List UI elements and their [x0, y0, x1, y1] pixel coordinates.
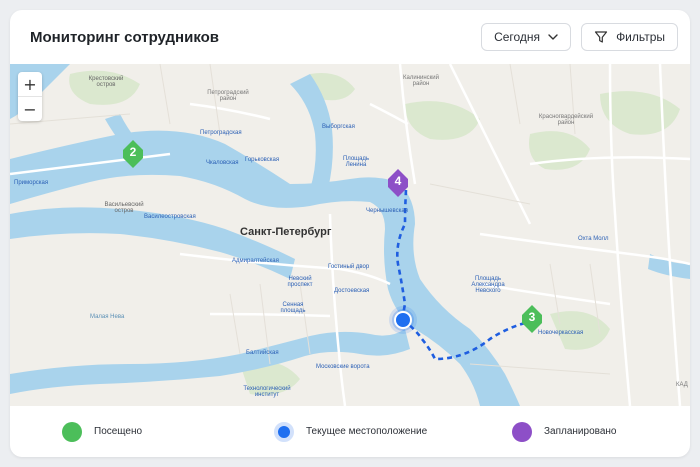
label-ploshchad-nevskogo: Площадь Александра Невского: [471, 276, 505, 294]
marker-3[interactable]: 3: [520, 304, 544, 334]
filters-button-label: Фильтры: [616, 30, 665, 44]
legend-visited: Посещено: [62, 421, 143, 442]
current-location-marker[interactable]: [394, 311, 412, 329]
zoom-out-button[interactable]: −: [18, 97, 42, 121]
label-okhta: Охта Молл: [578, 236, 609, 242]
filter-icon: [594, 31, 608, 43]
legend-current: Текущее местоположение: [274, 421, 428, 442]
label-gostiny: Гостиный двор: [328, 264, 370, 270]
label-ploshchad-lenina: Площадь Ленина: [342, 156, 370, 168]
label-gorkovskaya: Горьковская: [245, 157, 280, 163]
label-baltiyskaya: Балтийская: [246, 350, 279, 356]
planned-dot: [512, 421, 532, 442]
label-vasileostrovsky: Васильевский остров: [104, 202, 144, 214]
label-city: Санкт-Петербург: [240, 226, 332, 238]
filters-button[interactable]: Фильтры: [581, 23, 678, 51]
label-moskovskie: Московские ворота: [316, 364, 370, 370]
zoom-controls: + −: [18, 72, 42, 121]
legend-visited-label: Посещено: [94, 426, 143, 437]
label-novocherkasskaya: Новочеркасская: [538, 330, 584, 336]
header-controls: Сегодня Фильтры: [481, 23, 678, 51]
label-kalininsky: Калининский район: [403, 75, 439, 87]
current-dot: [274, 421, 294, 442]
legend-current-label: Текущее местоположение: [306, 426, 428, 437]
marker-2[interactable]: 2: [121, 139, 145, 169]
label-malaya-neva: Малая Нева: [90, 314, 125, 320]
label-kad: КАД: [676, 382, 688, 388]
label-technolog: Технологический институт: [243, 386, 291, 398]
legend-planned-label: Запланировано: [544, 426, 617, 437]
period-dropdown-label: Сегодня: [494, 30, 541, 44]
monitoring-card: Мониторинг сотрудников Сегодня Фильтры С…: [10, 10, 690, 457]
marker-4[interactable]: 4: [386, 168, 410, 198]
marker-2-label: 2: [129, 145, 137, 159]
label-admiralteyskaya: Адмиралтейская: [232, 258, 279, 264]
label-petrogradsky: Петроградский район: [207, 90, 249, 102]
legend-planned: Запланировано: [512, 421, 617, 442]
label-vyborgskaya: Выборгская: [322, 124, 355, 130]
label-dostoevskaya: Достоевская: [334, 288, 370, 294]
zoom-in-button[interactable]: +: [18, 72, 42, 96]
visited-dot: [62, 421, 82, 442]
header: Мониторинг сотрудников Сегодня Фильтры: [10, 10, 690, 64]
label-vasileostrovskaya: Василеостровская: [144, 214, 196, 220]
legend: Посещено Текущее местоположение Запланир…: [10, 406, 690, 457]
period-dropdown[interactable]: Сегодня: [481, 23, 572, 51]
label-sennaya: Сенная площадь: [280, 302, 306, 314]
marker-3-label: 3: [528, 310, 536, 324]
map-view[interactable]: Санкт-Петербург Крестовский остров Петро…: [10, 64, 690, 406]
label-primorskaya: Приморская: [14, 180, 49, 186]
label-nevsky: Невский проспект: [287, 276, 313, 288]
label-chernyshevskaya: Чернышевская: [366, 208, 408, 214]
label-petrogradskaya: Петроградская: [200, 130, 242, 136]
label-krestovsky: Крестовский остров: [88, 76, 124, 88]
chevron-down-icon: [548, 34, 558, 40]
page-title: Мониторинг сотрудников: [30, 28, 220, 46]
label-krasnogvardeysky: Красногвардейский район: [538, 114, 594, 126]
marker-4-label: 4: [394, 174, 402, 188]
label-chkalovskaya: Чкаловская: [206, 160, 239, 166]
